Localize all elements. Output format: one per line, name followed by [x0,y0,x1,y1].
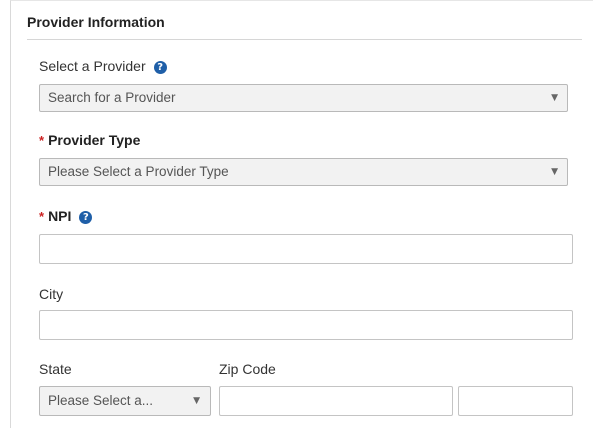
state-select[interactable]: Please Select a... ▼ [39,386,211,416]
provider-type-label: Provider Type [48,132,141,148]
provider-label-row: Select a Provider? [39,58,167,74]
city-input[interactable] [39,310,573,340]
provider-label: Select a Provider [39,58,146,74]
provider-search-select[interactable]: Search for a Provider ▼ [39,84,568,112]
npi-input[interactable] [39,234,573,264]
caret-down-icon: ▼ [193,396,200,406]
zip-code-extension-input[interactable] [458,386,573,416]
zip-code-label: Zip Code [219,361,276,377]
question-circle-icon[interactable]: ? [153,61,167,74]
provider-information-panel: Provider Information Select a Provider? … [10,0,593,428]
provider-search-placeholder: Search for a Provider [48,90,176,105]
required-marker: * [39,209,45,224]
npi-label: NPI [48,208,72,224]
section-divider [27,39,582,40]
state-label: State [39,361,72,377]
required-marker: * [39,133,45,148]
provider-type-select[interactable]: Please Select a Provider Type ▼ [39,158,568,186]
caret-down-icon: ▼ [551,167,558,177]
city-label: City [39,286,64,302]
caret-down-icon: ▼ [551,93,558,103]
zip-code-input[interactable] [219,386,453,416]
provider-type-label-row: * Provider Type [39,132,140,148]
state-placeholder: Please Select a... [48,393,154,408]
section-title: Provider Information [27,14,165,30]
provider-type-placeholder: Please Select a Provider Type [48,164,229,179]
npi-label-row: * NPI? [39,208,93,224]
question-circle-icon[interactable]: ? [79,211,93,224]
